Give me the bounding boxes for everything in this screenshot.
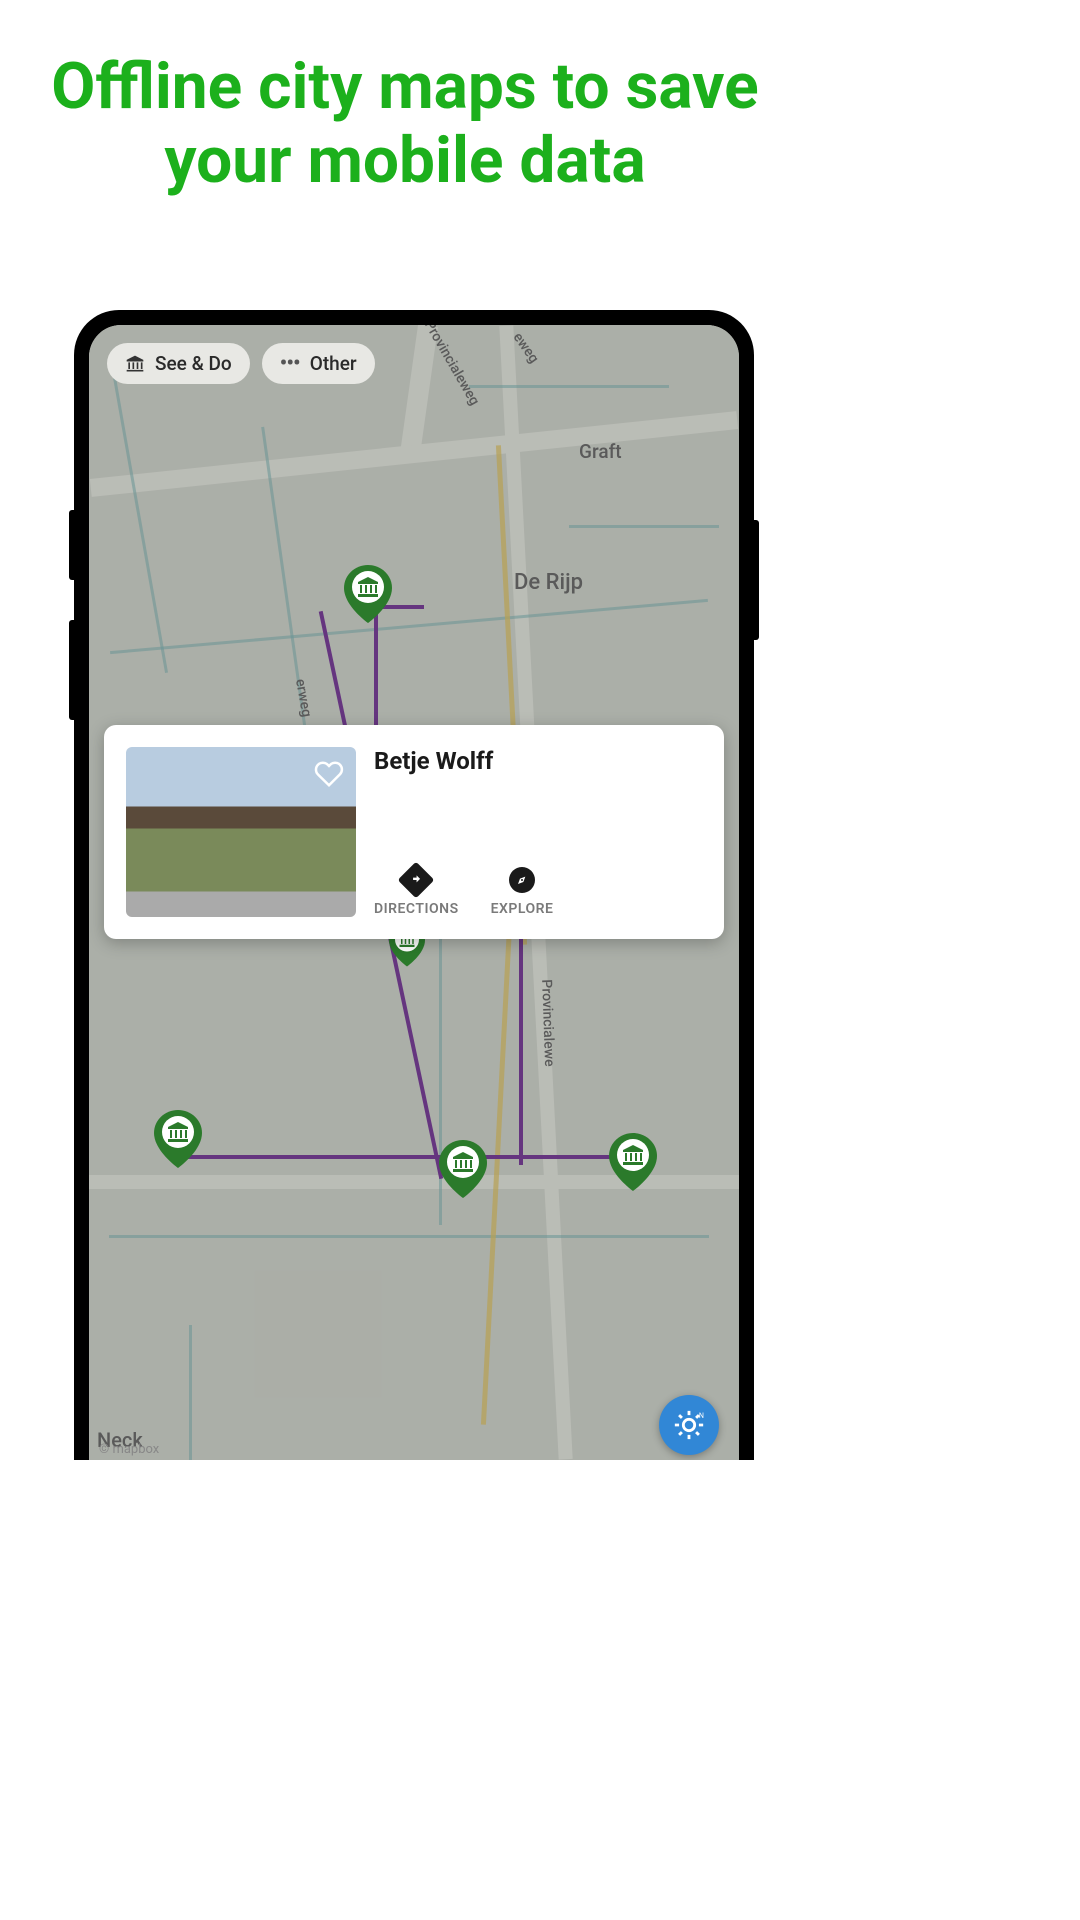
chip-see-do[interactable]: See & Do (107, 343, 250, 384)
poi-image-thumbnail (126, 747, 356, 917)
compass-recenter-button[interactable]: N (659, 1395, 719, 1455)
poi-info-card[interactable]: Betje Wolff DIRECTIONS EXPLORE (104, 725, 724, 939)
poi-pin-museum[interactable] (344, 565, 392, 623)
chip-label: Other (310, 352, 357, 375)
phone-button-decoration (69, 510, 74, 580)
map-place-label: Graft (579, 440, 622, 463)
poi-pin-museum[interactable] (154, 1110, 202, 1168)
more-dots-icon: ••• (280, 358, 300, 369)
explore-icon (509, 867, 535, 893)
directions-icon (398, 862, 435, 899)
action-label: DIRECTIONS (374, 901, 459, 917)
poi-pin-museum[interactable] (439, 1140, 487, 1198)
poi-title: Betje Wolff (374, 747, 702, 775)
phone-mockup-frame: Graft De Rijp Provincialeweg Provinciale… (74, 310, 754, 1460)
map-attribution: © mapbox (99, 1442, 159, 1457)
heart-icon (314, 759, 344, 789)
poi-card-content: Betje Wolff DIRECTIONS EXPLORE (374, 747, 702, 917)
poi-actions-row: DIRECTIONS EXPLORE (374, 867, 702, 917)
chip-label: See & Do (155, 352, 232, 375)
svg-text:N: N (699, 1411, 704, 1420)
poi-pin-museum[interactable] (609, 1133, 657, 1191)
compass-icon: N (672, 1408, 706, 1442)
directions-button[interactable]: DIRECTIONS (374, 867, 459, 917)
museum-icon (125, 354, 145, 374)
explore-button[interactable]: EXPLORE (491, 867, 554, 917)
category-filter-row: See & Do ••• Other (107, 343, 375, 384)
phone-screen: Graft De Rijp Provincialeweg Provinciale… (89, 325, 739, 1460)
map-road-label: Provincialewe (538, 979, 557, 1067)
phone-button-decoration (754, 520, 759, 640)
promo-headline: Offline city maps to save your mobile da… (0, 50, 810, 197)
action-label: EXPLORE (491, 901, 554, 917)
chip-other[interactable]: ••• Other (262, 343, 375, 384)
map-place-label: De Rijp (514, 570, 583, 595)
favorite-button[interactable] (314, 759, 344, 789)
phone-button-decoration (69, 620, 74, 720)
